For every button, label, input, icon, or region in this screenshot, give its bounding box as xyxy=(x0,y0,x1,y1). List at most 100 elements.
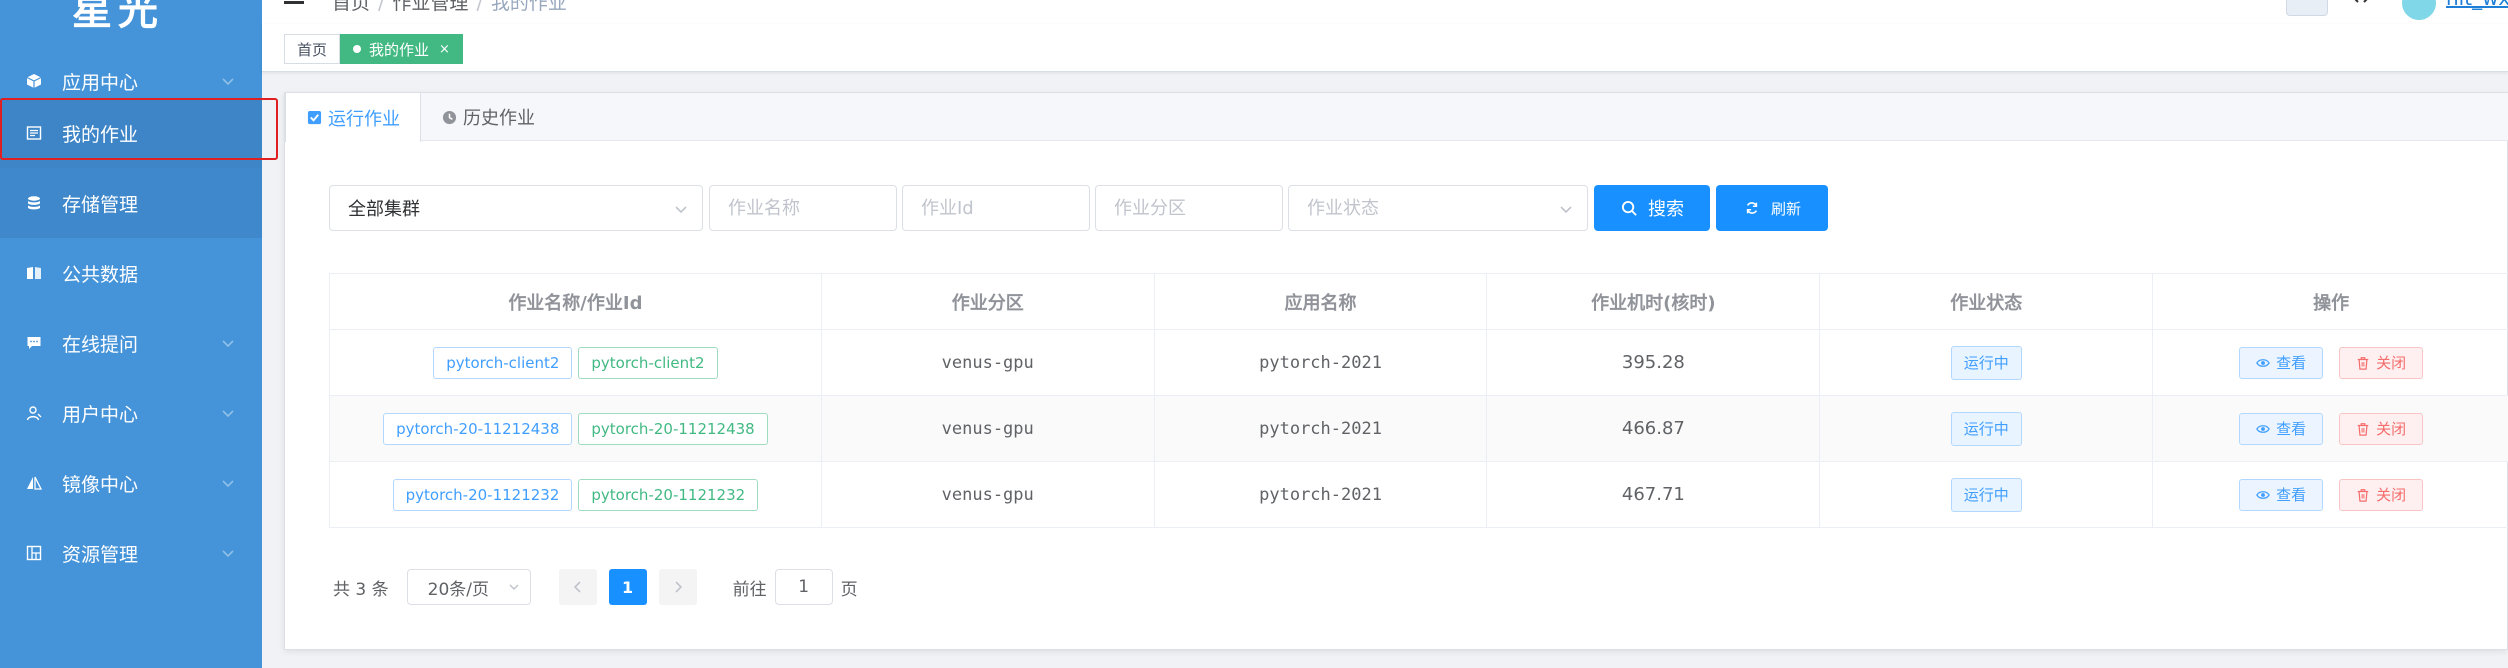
jobs-table: 作业名称/作业Id 作业分区 应用名称 作业机时(核时) 作业状态 操作 pyt… xyxy=(329,273,2508,528)
sidebar-item-resource-management[interactable]: 资源管理 xyxy=(0,518,262,588)
user-name[interactable]: hit_wx xyxy=(2446,0,2508,10)
close-button-label: 关闭 xyxy=(2376,354,2407,372)
sidebar: 星光 应用中心 我的作业 存储管理 公共数据 在线提问 用户中心 镜像中心 资源… xyxy=(0,0,278,668)
job-status-select[interactable] xyxy=(1288,185,1588,231)
tab-running-jobs[interactable]: 运行作业 xyxy=(285,93,421,142)
refresh-button[interactable]: 刷新 xyxy=(1716,185,1828,231)
tag-label: 我的作业 xyxy=(369,40,430,59)
sidebar-item-online-questions[interactable]: 在线提问 xyxy=(0,308,262,378)
eye-icon xyxy=(2256,488,2270,502)
job-name-cell: pytorch-20-11212438 pytorch-20-11212438 xyxy=(330,396,822,461)
close-button[interactable]: 关闭 xyxy=(2339,478,2424,511)
cluster-select-value: 全部集群 xyxy=(348,199,420,220)
avatar[interactable] xyxy=(2402,0,2436,20)
database-icon xyxy=(24,193,44,213)
app-root: 星光 应用中心 我的作业 存储管理 公共数据 在线提问 用户中心 镜像中心 资源… xyxy=(0,0,2508,668)
close-button[interactable]: 关闭 xyxy=(2339,346,2424,379)
next-page-button[interactable] xyxy=(658,569,697,605)
clock-icon xyxy=(441,109,457,125)
hamburger-icon[interactable] xyxy=(284,0,304,4)
settings-button[interactable] xyxy=(2286,0,2328,16)
chevron-left-icon xyxy=(573,581,581,593)
job-name-tag[interactable]: pytorch-20-11212438 xyxy=(383,412,573,445)
page-number-current[interactable]: 1 xyxy=(608,569,647,605)
cluster-select[interactable]: 全部集群 xyxy=(329,185,703,231)
eye-icon xyxy=(2256,422,2270,436)
sidebar-item-my-jobs[interactable]: 我的作业 xyxy=(0,98,262,168)
sidebar-item-label: 存储管理 xyxy=(62,193,139,216)
breadcrumb-home[interactable]: 首页 xyxy=(332,0,370,14)
column-header: 作业名称/作业Id xyxy=(330,274,822,329)
tag-label: 首页 xyxy=(297,40,328,59)
chevron-down-icon xyxy=(509,584,519,591)
job-partition-field[interactable] xyxy=(1095,185,1283,231)
view-button[interactable]: 查看 xyxy=(2239,412,2324,445)
job-id-field[interactable] xyxy=(902,185,1090,231)
chevron-down-icon xyxy=(1560,206,1572,214)
breadcrumb-separator: / xyxy=(476,0,483,14)
eye-icon xyxy=(2256,356,2270,370)
fullscreen-icon[interactable] xyxy=(2350,0,2372,10)
chat-icon xyxy=(24,333,44,353)
chevron-down-icon xyxy=(222,410,234,418)
active-dot-icon xyxy=(353,45,361,53)
breadcrumb-separator: / xyxy=(378,0,385,14)
breadcrumb: 首页 / 作业管理 / 我的作业 xyxy=(332,0,567,15)
sidebar-item-storage[interactable]: 存储管理 xyxy=(0,168,262,238)
partition-cell: venus-gpu xyxy=(822,396,1155,461)
status-cell: 运行中 xyxy=(1820,462,2154,527)
actions-cell: 查看 关闭 xyxy=(2153,396,2508,461)
mirror-icon xyxy=(24,473,44,493)
job-id-tag[interactable]: pytorch-20-11212438 xyxy=(578,412,768,445)
tag-home[interactable]: 首页 xyxy=(284,34,341,64)
goto-page-input[interactable]: 1 xyxy=(774,569,833,605)
job-id-input[interactable] xyxy=(921,197,1071,219)
job-name-tag[interactable]: pytorch-client2 xyxy=(433,346,573,379)
view-button[interactable]: 查看 xyxy=(2239,478,2324,511)
sidebar-item-label: 公共数据 xyxy=(62,263,139,286)
table-header-row: 作业名称/作业Id 作业分区 应用名称 作业机时(核时) 作业状态 操作 xyxy=(330,274,2508,330)
view-button-label: 查看 xyxy=(2276,420,2307,438)
close-button[interactable]: 关闭 xyxy=(2339,412,2424,445)
core-hours-cell: 395.28 xyxy=(1487,330,1821,395)
view-button[interactable]: 查看 xyxy=(2239,346,2324,379)
close-icon[interactable]: × xyxy=(439,42,450,57)
prev-page-button[interactable] xyxy=(558,569,597,605)
chevron-down-icon xyxy=(222,78,234,86)
job-name-tag[interactable]: pytorch-20-1121232 xyxy=(392,478,573,511)
sidebar-item-label: 资源管理 xyxy=(62,543,139,566)
job-partition-input[interactable] xyxy=(1114,197,1264,219)
job-name-input[interactable] xyxy=(728,197,878,219)
pagination-total: 共 3 条 xyxy=(333,579,389,600)
book-icon xyxy=(24,263,44,283)
trash-icon xyxy=(2356,488,2370,502)
chevron-down-icon xyxy=(675,206,687,214)
sidebar-item-image-center[interactable]: 镜像中心 xyxy=(0,448,262,518)
sidebar-item-public-data[interactable]: 公共数据 xyxy=(0,238,262,308)
logo: 星光 xyxy=(72,0,164,34)
status-badge: 运行中 xyxy=(1950,477,2022,512)
sidebar-item-label: 用户中心 xyxy=(62,403,139,426)
tags-view-bar: 首页 我的作业 × xyxy=(262,24,2508,72)
column-header: 作业分区 xyxy=(822,274,1155,329)
tab-history-jobs[interactable]: 历史作业 xyxy=(421,93,555,141)
breadcrumb-job-management[interactable]: 作业管理 xyxy=(392,0,468,14)
job-status-input[interactable] xyxy=(1307,197,1569,219)
tabs-header: 运行作业 历史作业 xyxy=(285,93,2508,142)
job-id-tag[interactable]: pytorch-client2 xyxy=(578,346,718,379)
page-size-select[interactable]: 20条/页 xyxy=(406,569,531,605)
job-name-field[interactable] xyxy=(709,185,897,231)
actions-cell: 查看 关闭 xyxy=(2153,462,2508,527)
column-header: 作业状态 xyxy=(1820,274,2154,329)
column-header: 作业机时(核时) xyxy=(1487,274,1821,329)
sidebar-item-user-center[interactable]: 用户中心 xyxy=(0,378,262,448)
search-button[interactable]: 搜索 xyxy=(1594,185,1710,231)
job-id-tag[interactable]: pytorch-20-1121232 xyxy=(578,478,759,511)
top-header: 首页 / 作业管理 / 我的作业 hit_wx xyxy=(262,0,2508,24)
sidebar-item-label: 应用中心 xyxy=(62,71,139,94)
tag-my-jobs[interactable]: 我的作业 × xyxy=(340,34,463,64)
search-icon xyxy=(1620,199,1638,217)
tab-label: 运行作业 xyxy=(328,108,400,130)
trash-icon xyxy=(2356,356,2370,370)
pagination: 共 3 条 20条/页 1 前往 1 页 xyxy=(333,569,858,605)
